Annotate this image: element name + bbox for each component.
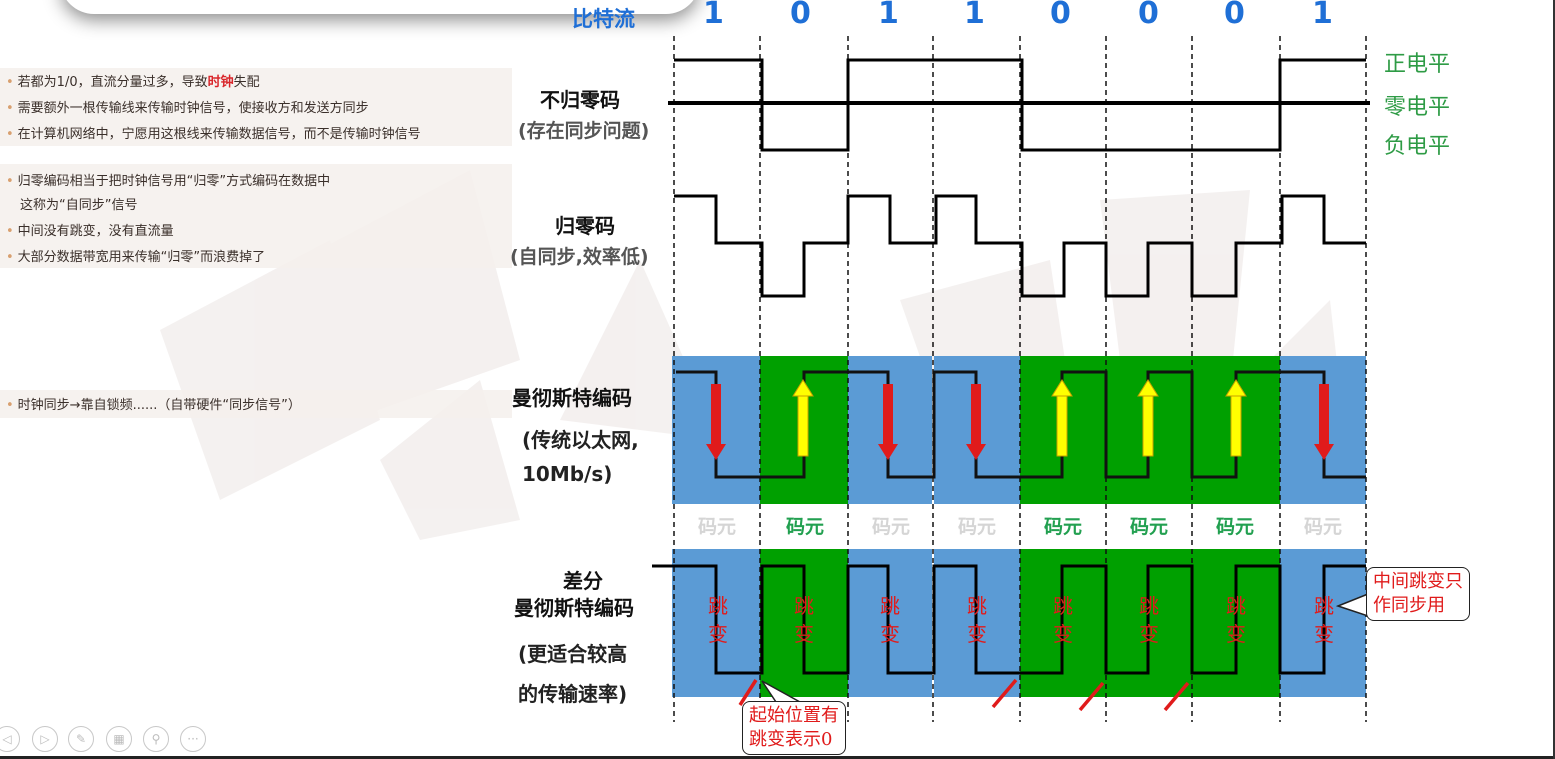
jump-label-8: 跳变: [1314, 594, 1334, 646]
negative-level-label: 负电平: [1384, 134, 1451, 159]
jump-label-3: 跳变: [880, 594, 900, 646]
code-unit-8: 码元: [1303, 516, 1342, 538]
jump-label-5: 跳变: [1053, 594, 1073, 646]
presentation-controls: ◁ ▷ ✎ ▦ ⚲ ···: [0, 726, 220, 756]
code-unit-1: 码元: [697, 516, 736, 538]
jump-label-4: 跳变: [967, 594, 987, 646]
middle-transition-callout: 中间跳变只 作同步用: [1366, 567, 1470, 621]
code-unit-6: 码元: [1129, 516, 1168, 538]
zero-level-label: 零电平: [1384, 95, 1451, 120]
code-unit-3: 码元: [871, 516, 910, 538]
slide: 比特流 1 0 1 1 0 0 0 1 • 若都为1/0，直流分量过多，导致时钟失…: [0, 0, 1555, 759]
jump-label-7: 跳变: [1226, 594, 1246, 646]
grid-icon[interactable]: ▦: [106, 726, 132, 752]
jump-label-1: 跳变: [708, 594, 728, 646]
jump-label-6: 跳变: [1139, 594, 1159, 646]
code-unit-7: 码元: [1215, 516, 1254, 538]
code-unit-2: 码元: [785, 516, 824, 538]
start-transition-callout: 起始位置有 跳变表示0: [742, 701, 846, 755]
prev-icon[interactable]: ◁: [0, 726, 20, 752]
pen-icon[interactable]: ✎: [68, 726, 94, 752]
more-icon[interactable]: ···: [180, 726, 206, 752]
positive-level-label: 正电平: [1384, 52, 1451, 77]
code-unit-4: 码元: [957, 516, 996, 538]
code-unit-5: 码元: [1043, 516, 1082, 538]
next-icon[interactable]: ▷: [32, 726, 58, 752]
zoom-icon[interactable]: ⚲: [143, 726, 169, 752]
jump-label-2: 跳变: [794, 594, 814, 646]
